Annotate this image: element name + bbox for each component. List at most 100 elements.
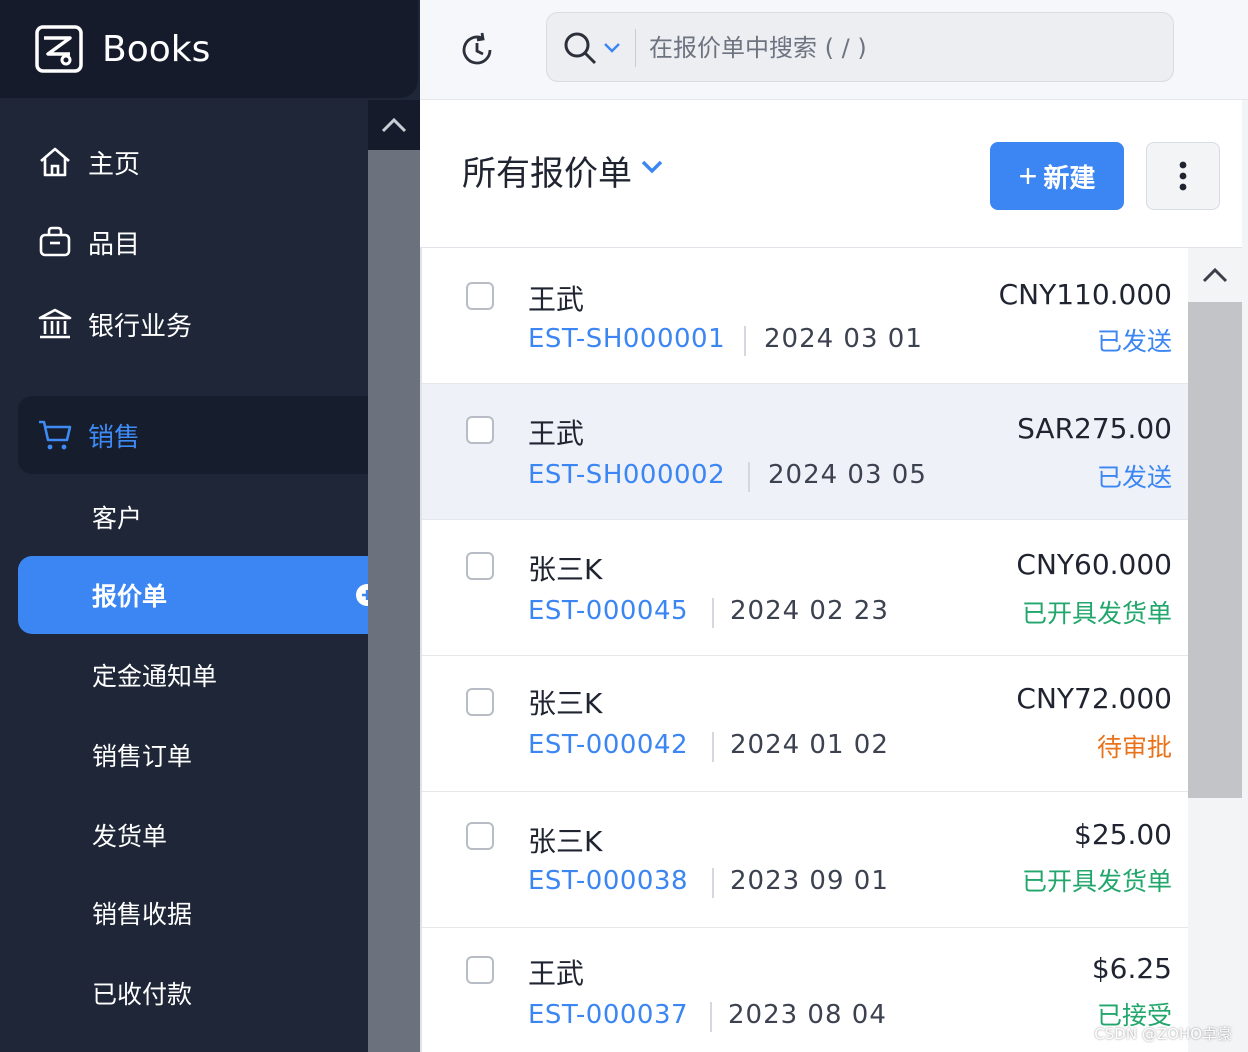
list-scrollbar[interactable] xyxy=(1188,248,1242,1052)
scroll-thumb[interactable] xyxy=(1188,302,1242,798)
row-checkbox[interactable] xyxy=(466,282,494,310)
status-badge: 已开具发货单 xyxy=(1021,599,1172,628)
divider xyxy=(712,732,714,762)
list-header: 所有报价单 + 新建 xyxy=(420,100,1248,248)
table-row[interactable]: 张三K EST-000042 2024 01 02 CNY72.000 待审批 xyxy=(422,656,1188,792)
row-checkbox[interactable] xyxy=(466,688,494,716)
table-row[interactable]: 王武 EST-SH000002 2024 03 05 SAR275.00 已发送 xyxy=(422,384,1188,520)
divider xyxy=(748,462,750,492)
sub-item-quotes[interactable]: 报价单 xyxy=(18,556,378,634)
nav-label: 主页 xyxy=(88,149,141,180)
quote-number[interactable]: EST-SH000001 xyxy=(528,324,725,354)
nav-label: 销售 xyxy=(88,422,141,453)
sub-item-label: 销售收据 xyxy=(92,900,193,929)
nav-item-home[interactable]: 主页 xyxy=(18,124,368,200)
chevron-up-icon xyxy=(1202,267,1228,283)
status-badge: 已开具发货单 xyxy=(1021,867,1172,896)
search-input[interactable] xyxy=(649,27,1149,69)
new-button-label: 新建 xyxy=(1043,162,1096,193)
sub-item-payments-received[interactable]: 已收付款 xyxy=(18,954,368,1032)
window-edge xyxy=(1242,100,1248,1052)
watermark: CSDN @ZOHO卓豪 xyxy=(1094,1025,1232,1043)
quote-amount: $6.25 xyxy=(1091,952,1172,985)
more-vertical-icon xyxy=(1179,161,1187,191)
quote-number[interactable]: EST-000045 xyxy=(528,596,688,626)
quote-amount: SAR275.00 xyxy=(1017,412,1172,445)
search-bar[interactable] xyxy=(546,12,1174,82)
table-row[interactable]: 张三K EST-000038 2023 09 01 $25.00 已开具发货单 xyxy=(422,792,1188,928)
quote-amount: $25.00 xyxy=(1074,818,1172,851)
chevron-down-icon[interactable] xyxy=(603,41,621,55)
home-icon xyxy=(40,147,70,177)
more-options-button[interactable] xyxy=(1146,142,1220,210)
divider xyxy=(744,326,746,356)
quote-date: 2023 09 01 xyxy=(730,866,889,896)
new-quote-button[interactable]: + 新建 xyxy=(990,142,1124,210)
scroll-up-button[interactable] xyxy=(368,100,420,150)
nav-item-banking[interactable]: 银行业务 xyxy=(18,286,368,362)
sub-item-customers[interactable]: 客户 xyxy=(18,478,368,556)
plus-icon: + xyxy=(1018,157,1038,194)
nav-label: 品目 xyxy=(88,229,141,260)
status-badge: 待审批 xyxy=(1096,733,1172,762)
quote-number[interactable]: EST-000038 xyxy=(528,866,688,896)
nav-label: 银行业务 xyxy=(88,311,193,342)
sub-item-label: 发货单 xyxy=(92,822,168,851)
table-row[interactable]: 张三K EST-000045 2024 02 23 CNY60.000 已开具发… xyxy=(422,520,1188,656)
quote-number[interactable]: EST-SH000002 xyxy=(528,460,725,490)
customer-name: 张三K xyxy=(528,553,603,586)
app-name: Books xyxy=(102,28,211,70)
quote-amount: CNY110.000 xyxy=(998,278,1172,311)
quote-date: 2024 01 02 xyxy=(730,730,889,760)
chevron-down-icon[interactable] xyxy=(640,158,664,176)
sub-item-invoices[interactable]: 发货单 xyxy=(18,796,368,874)
table-row[interactable]: 王武 EST-000037 2023 08 04 $6.25 已接受 xyxy=(422,926,1188,1052)
customer-name: 王武 xyxy=(528,283,585,316)
brand-header[interactable]: Books xyxy=(0,0,418,98)
quote-list: 王武 EST-SH000001 2024 03 01 CNY110.000 已发… xyxy=(420,248,1188,1052)
sidebar-scrollbar[interactable] xyxy=(368,100,420,1052)
row-checkbox[interactable] xyxy=(466,416,494,444)
scroll-up-button[interactable] xyxy=(1188,248,1242,302)
divider xyxy=(712,598,714,628)
customer-name: 张三K xyxy=(528,825,603,858)
quote-amount: CNY72.000 xyxy=(1016,682,1172,715)
nav-item-sales[interactable]: 销售 xyxy=(18,396,368,474)
books-logo-icon xyxy=(35,25,83,73)
customer-name: 张三K xyxy=(528,687,603,720)
row-checkbox[interactable] xyxy=(466,822,494,850)
customer-name: 王武 xyxy=(528,417,585,450)
sub-item-label: 报价单 xyxy=(92,582,168,611)
customer-name: 王武 xyxy=(528,957,585,990)
search-divider xyxy=(635,29,636,67)
sub-item-sales-receipts[interactable]: 销售收据 xyxy=(18,874,368,952)
quote-number[interactable]: EST-000042 xyxy=(528,730,688,760)
divider xyxy=(712,868,714,898)
view-selector-title[interactable]: 所有报价单 xyxy=(462,146,632,195)
nav-item-items[interactable]: 品目 xyxy=(18,204,368,280)
bank-icon xyxy=(38,308,72,339)
sub-item-sales-orders[interactable]: 销售订单 xyxy=(18,716,368,794)
quote-date: 2024 03 01 xyxy=(764,324,923,354)
search-icon[interactable] xyxy=(561,29,599,67)
quote-date: 2024 02 23 xyxy=(730,596,889,626)
quote-date: 2024 03 05 xyxy=(768,460,927,490)
quote-number[interactable]: EST-000037 xyxy=(528,1000,688,1030)
sub-item-label: 定金通知单 xyxy=(92,662,218,691)
history-icon[interactable] xyxy=(458,30,498,70)
bag-icon xyxy=(39,226,71,257)
sub-item-label: 销售订单 xyxy=(92,742,193,771)
status-badge: 已发送 xyxy=(1096,463,1172,492)
status-badge: 已发送 xyxy=(1096,327,1172,356)
sub-item-retainer-invoices[interactable]: 定金通知单 xyxy=(18,636,368,714)
row-checkbox[interactable] xyxy=(466,956,494,984)
table-row[interactable]: 王武 EST-SH000001 2024 03 01 CNY110.000 已发… xyxy=(422,248,1188,384)
sub-item-label: 客户 xyxy=(92,504,143,533)
row-checkbox[interactable] xyxy=(466,552,494,580)
sub-item-label: 已收付款 xyxy=(92,980,193,1009)
top-bar xyxy=(420,0,1248,100)
cart-icon xyxy=(39,420,72,450)
quote-date: 2023 08 04 xyxy=(728,1000,887,1030)
divider xyxy=(710,1002,712,1032)
sidebar: Books 主页 品目 银行业务 销售 客户 报价单 定金通知单 销售订单 发货… xyxy=(0,0,420,1052)
